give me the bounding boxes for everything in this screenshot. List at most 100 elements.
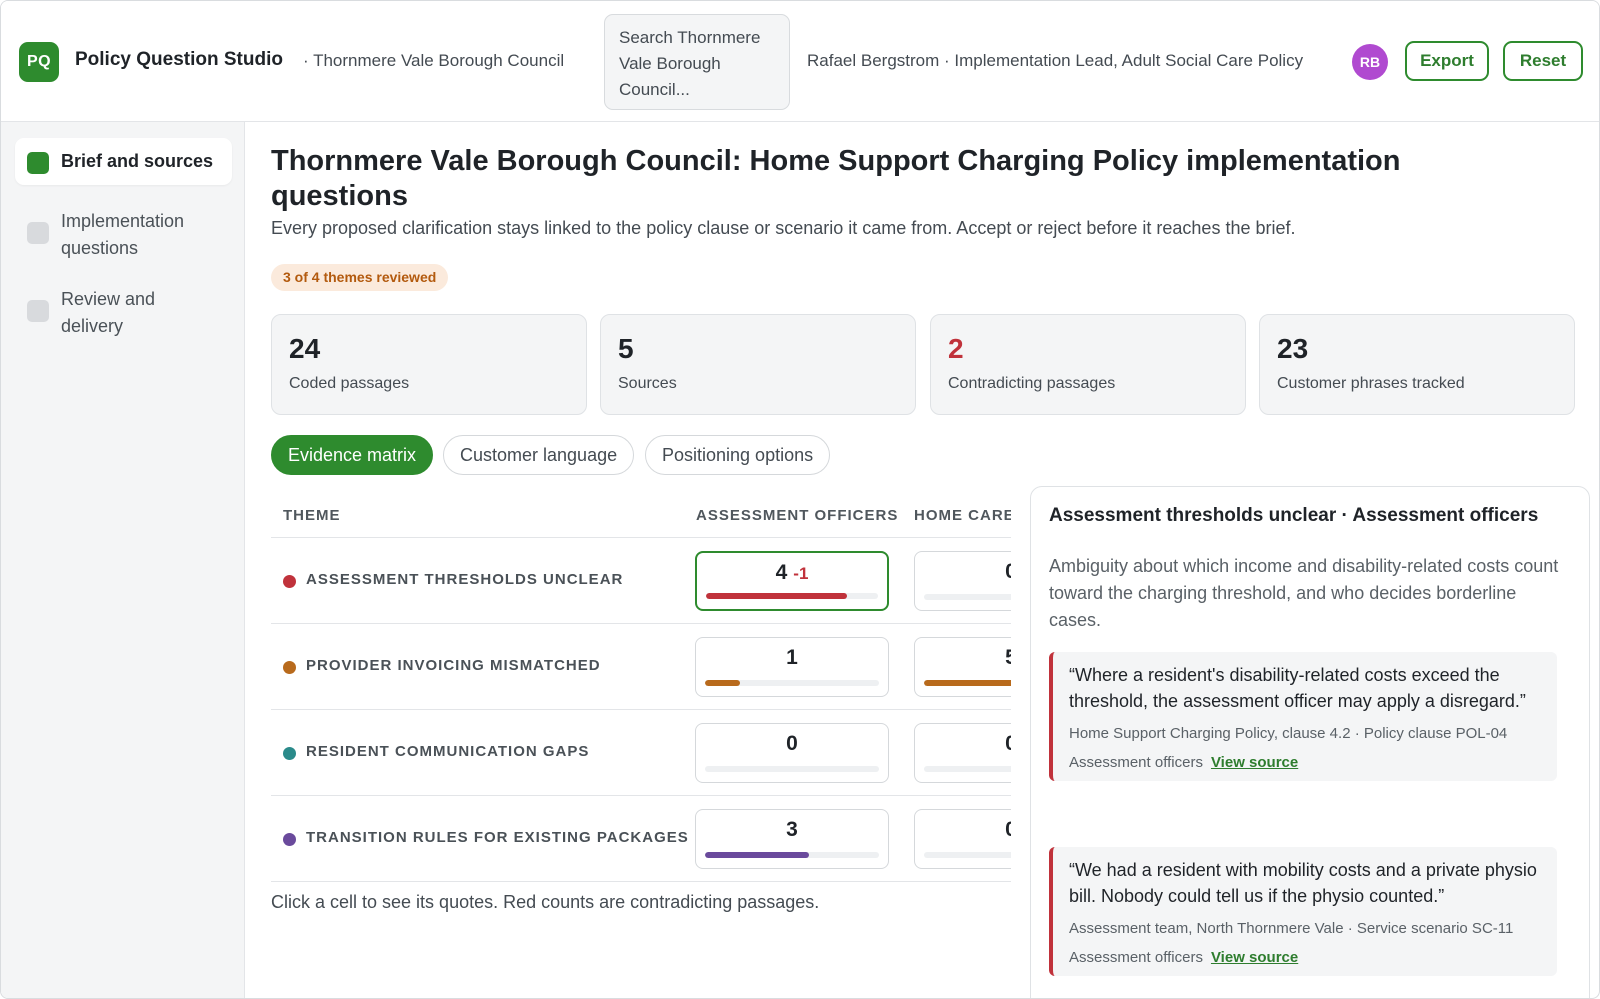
matrix-cell[interactable]: 0 <box>914 551 1011 611</box>
contradiction-count: -1 <box>793 564 809 583</box>
cell-count: 5 <box>915 646 1011 670</box>
tab-customer-language[interactable]: Customer language <box>443 435 635 475</box>
cell-value: 1 <box>786 646 798 669</box>
stat-card-customer-phrases: 23 Customer phrases tracked <box>1259 314 1575 415</box>
column-header-theme: THEME <box>283 507 341 524</box>
reset-button[interactable]: Reset <box>1503 41 1583 81</box>
cell-bar-track <box>706 593 878 599</box>
stat-card-sources: 5 Sources <box>600 314 916 415</box>
cell-count: 1 <box>696 646 888 670</box>
matrix-cell[interactable]: 0 <box>914 809 1011 869</box>
sidebar-item-label: Brief and sources <box>61 151 214 171</box>
quote-group: Assessment officers <box>1069 754 1203 771</box>
theme-color-dot <box>283 833 296 846</box>
cell-count: 4 -1 <box>697 561 887 585</box>
sidebar-item-implementation-questions[interactable]: Implementation questions <box>15 198 232 272</box>
cell-bar-track <box>924 680 1011 686</box>
matrix-cell[interactable]: 1 <box>695 637 889 697</box>
step-status-icon <box>27 152 49 174</box>
cell-bar-fill <box>924 680 1011 686</box>
matrix-cell[interactable]: 0 <box>695 723 889 783</box>
cell-bar-track <box>705 766 879 772</box>
column-header-home-care: HOME CARE <box>914 507 1011 524</box>
user-info: Rafael Bergstrom · Implementation Lead, … <box>807 51 1304 70</box>
cell-bar-track <box>924 766 1011 772</box>
cell-value: 0 <box>1005 732 1011 755</box>
quote-text: “We had a resident with mobility costs a… <box>1069 860 1537 906</box>
detail-title: Assessment thresholds unclear · Assessme… <box>1049 505 1539 526</box>
tab-positioning-options[interactable]: Positioning options <box>645 435 831 475</box>
step-status-icon <box>27 222 49 244</box>
stat-card-coded-passages: 24 Coded passages <box>271 314 587 415</box>
matrix-cell[interactable]: 0 <box>914 723 1011 783</box>
quote-source-meta: Assessment team, North Thornmere Vale · … <box>1069 920 1514 937</box>
cell-count: 3 <box>696 818 888 842</box>
page-title: Thornmere Vale Borough Council: Home Sup… <box>271 145 1401 212</box>
column-header-assessment-officers: ASSESSMENT OFFICERS <box>696 507 899 524</box>
stat-label: Customer phrases tracked <box>1277 375 1465 392</box>
view-source-link[interactable]: View source <box>1211 754 1298 771</box>
matrix-row: TRANSITION RULES FOR EXISTING PACKAGES 3 0 <box>271 796 1011 882</box>
sidebar-item-brief-and-sources[interactable]: Brief and sources <box>15 138 232 185</box>
cell-value: 4 <box>775 561 788 584</box>
avatar[interactable]: RB <box>1352 44 1388 80</box>
search-input[interactable]: Search Thornmere Vale Borough Council... <box>604 14 790 110</box>
page-subtitle: Every proposed clarification stays linke… <box>271 218 1296 238</box>
export-button[interactable]: Export <box>1405 41 1489 81</box>
step-status-icon <box>27 300 49 322</box>
cell-value: 5 <box>1005 646 1011 669</box>
cell-bar-track <box>924 594 1011 600</box>
app-window: PQ Policy Question Studio · Thornmere Va… <box>0 0 1600 999</box>
matrix-row: PROVIDER INVOICING MISMATCHED 1 5 <box>271 624 1011 710</box>
theme-color-dot <box>283 575 296 588</box>
sidebar-item-review-and-delivery[interactable]: Review and delivery <box>15 276 232 350</box>
quote-card: “We had a resident with mobility costs a… <box>1049 847 1557 976</box>
matrix-cell[interactable]: 5 <box>914 637 1011 697</box>
sidebar-item-label: Review and delivery <box>61 289 156 336</box>
view-source-link[interactable]: View source <box>1211 949 1298 966</box>
cell-value: 3 <box>786 818 798 841</box>
app-title: Policy Question Studio <box>75 49 283 70</box>
theme-label: RESIDENT COMMUNICATION GAPS <box>306 743 590 760</box>
sidebar: Brief and sources Implementation questio… <box>1 122 245 998</box>
quote-group: Assessment officers <box>1069 949 1203 966</box>
stat-value: 2 <box>948 333 964 364</box>
theme-label: TRANSITION RULES FOR EXISTING PACKAGES <box>306 829 689 846</box>
matrix-row: RESIDENT COMMUNICATION GAPS 0 0 <box>271 710 1011 796</box>
matrix-cell[interactable]: 3 <box>695 809 889 869</box>
cell-count: 0 <box>915 560 1011 584</box>
cell-bar-track <box>924 852 1011 858</box>
stat-label: Contradicting passages <box>948 375 1116 392</box>
cell-value: 0 <box>1005 560 1011 583</box>
cell-bar-fill <box>706 593 848 599</box>
theme-color-dot <box>283 661 296 674</box>
cell-count: 0 <box>696 732 888 756</box>
matrix-hint: Click a cell to see its quotes. Red coun… <box>271 892 820 912</box>
main-content: Thornmere Vale Borough Council: Home Sup… <box>245 122 1599 998</box>
stat-value: 23 <box>1277 333 1309 364</box>
stat-label: Coded passages <box>289 375 410 392</box>
cell-bar-fill <box>705 680 740 686</box>
matrix-cell[interactable]: 4 -1 <box>695 551 889 611</box>
theme-label: ASSESSMENT THRESHOLDS UNCLEAR <box>306 571 624 588</box>
cell-value: 0 <box>786 732 798 755</box>
quote-text: “Where a resident's disability-related c… <box>1069 665 1526 711</box>
stat-value: 5 <box>618 333 634 364</box>
sidebar-item-label: Implementation questions <box>61 211 185 258</box>
theme-label: PROVIDER INVOICING MISMATCHED <box>306 657 601 674</box>
quote-source-meta: Home Support Charging Policy, clause 4.2… <box>1069 725 1508 742</box>
cell-bar-fill <box>705 852 810 858</box>
cell-count: 0 <box>915 732 1011 756</box>
tab-evidence-matrix[interactable]: Evidence matrix <box>271 435 434 475</box>
theme-color-dot <box>283 747 296 760</box>
cell-bar-track <box>705 680 879 686</box>
stat-label: Sources <box>618 375 677 392</box>
stat-value: 24 <box>289 333 321 364</box>
top-header: PQ Policy Question Studio · Thornmere Va… <box>1 1 1599 122</box>
app-logo: PQ <box>19 42 59 82</box>
evidence-matrix: THEME ASSESSMENT OFFICERS HOME CARE ASSE… <box>271 494 1011 894</box>
cell-count: 0 <box>915 818 1011 842</box>
stat-card-contradicting-passages: 2 Contradicting passages <box>930 314 1246 415</box>
quote-card: “Where a resident's disability-related c… <box>1049 652 1557 781</box>
quote-footer: Assessment officers View source <box>1069 754 1543 771</box>
